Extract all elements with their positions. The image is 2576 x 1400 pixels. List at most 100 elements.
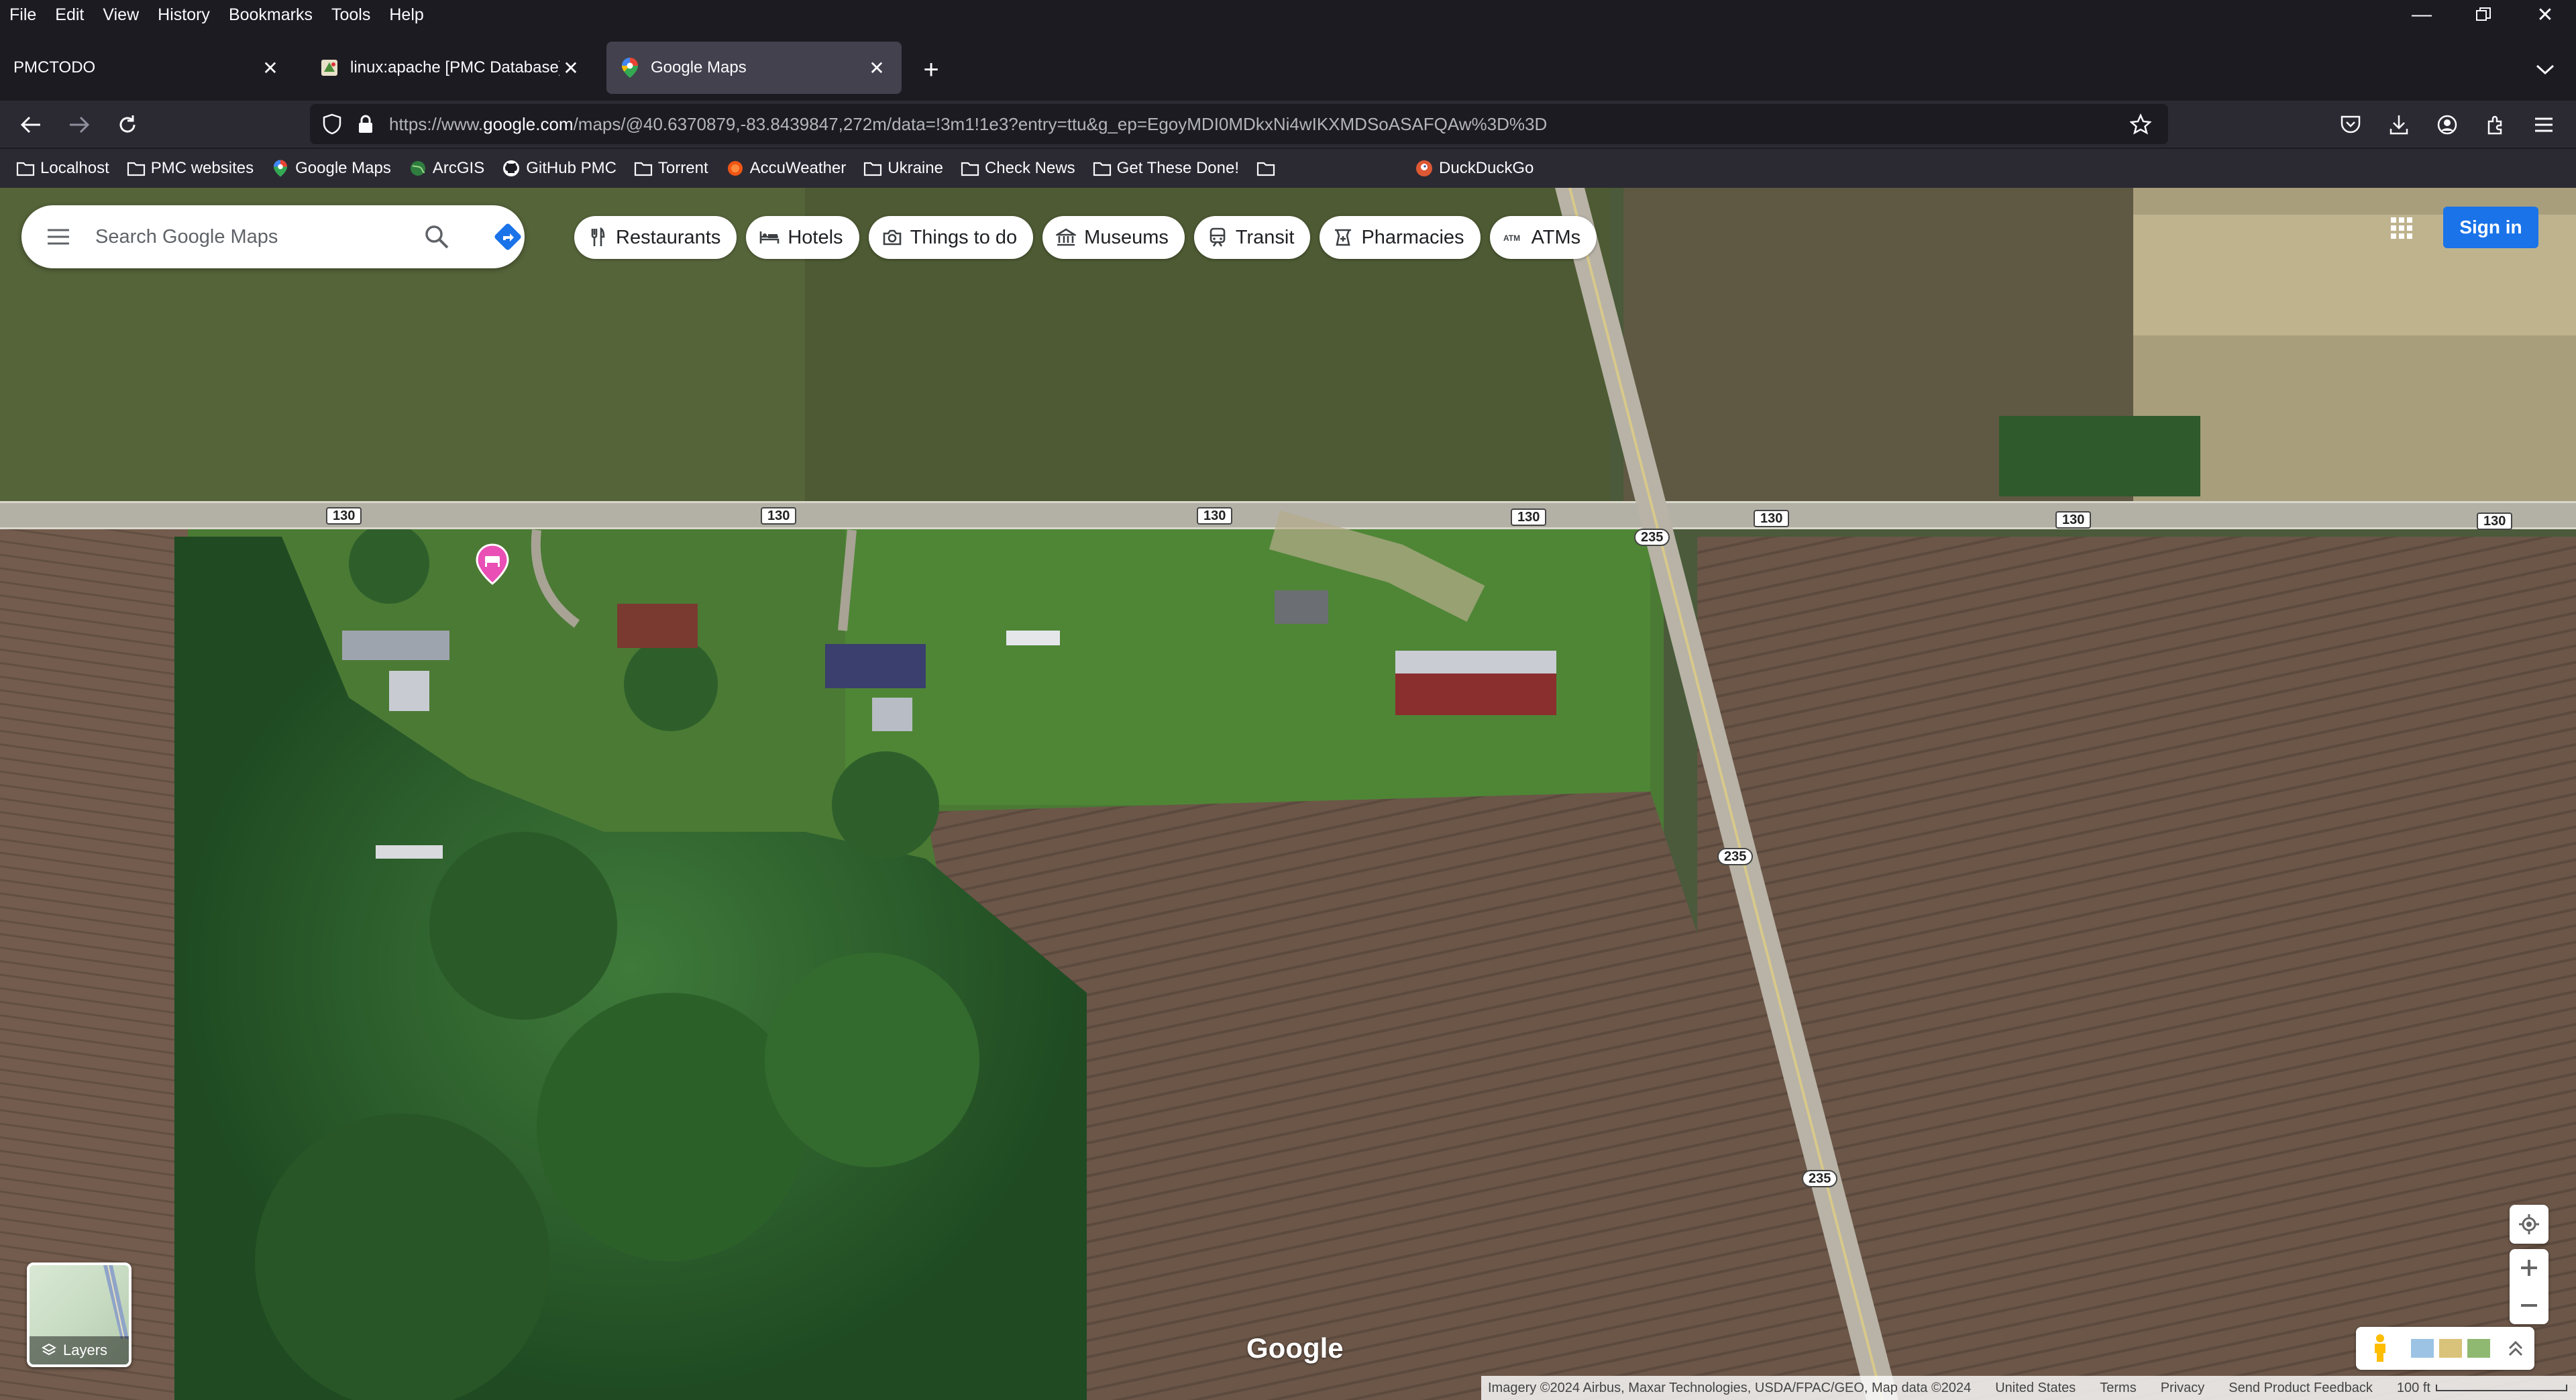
- atm-icon: ATM: [1503, 227, 1523, 248]
- bookmark-label: Ukraine: [888, 159, 943, 177]
- chip-transit[interactable]: Transit: [1193, 216, 1311, 259]
- bookmark-google-maps[interactable]: Google Maps: [264, 159, 398, 178]
- tab-close-icon[interactable]: ✕: [259, 56, 282, 79]
- chip-atms[interactable]: ATM ATMs: [1489, 216, 1597, 259]
- tab-pmctodo[interactable]: PMCTODO ✕: [0, 42, 295, 94]
- forward-arrow-icon[interactable]: [60, 106, 98, 144]
- privacy-link[interactable]: Privacy: [2161, 1381, 2205, 1396]
- country-link[interactable]: United States: [1995, 1381, 2076, 1396]
- chip-pharmacies[interactable]: Pharmacies: [1320, 216, 1481, 259]
- feedback-link[interactable]: Send Product Feedback: [2229, 1381, 2373, 1396]
- tracking-protection-shield-icon[interactable]: [315, 107, 349, 141]
- route-235-shield: 235: [1717, 848, 1754, 865]
- tab-close-icon[interactable]: ✕: [865, 56, 888, 79]
- pharmacy-icon: [1333, 227, 1353, 248]
- zoom-in-icon[interactable]: [2510, 1249, 2548, 1287]
- menu-bar: File Edit View History Bookmarks Tools H…: [0, 0, 2576, 30]
- hamburger-menu-icon[interactable]: [2525, 106, 2563, 144]
- chip-hotels[interactable]: Hotels: [746, 216, 859, 259]
- route-235-shield: 235: [1802, 1170, 1838, 1187]
- maps-search-input[interactable]: [95, 225, 377, 248]
- zoom-out-icon[interactable]: [2510, 1287, 2548, 1324]
- bookmark-check-news[interactable]: Check News: [954, 159, 1082, 178]
- menu-history[interactable]: History: [148, 0, 219, 30]
- navigation-toolbar: https://www.google.com/maps/@40.6370879,…: [0, 101, 2576, 148]
- imagery-thumbnail-3[interactable]: [2466, 1338, 2491, 1359]
- bookmark-torrent[interactable]: Torrent: [627, 159, 715, 178]
- back-arrow-icon[interactable]: [12, 106, 50, 144]
- imagery-thumbnail-2[interactable]: [2438, 1338, 2463, 1359]
- route-130-shield: 130: [1754, 510, 1790, 527]
- url-prefix: https://www.: [389, 113, 484, 134]
- my-location-icon[interactable]: [2510, 1205, 2548, 1244]
- bookmark-unnamed-folder[interactable]: [1250, 159, 1287, 178]
- zoom-controls: [2510, 1249, 2548, 1324]
- maps-menu-icon[interactable]: [21, 205, 95, 268]
- directions-icon[interactable]: [491, 220, 525, 254]
- url-suffix: /maps/@40.6370879,-83.8439847,272m/data=…: [573, 113, 1548, 134]
- url-text[interactable]: https://www.google.com/maps/@40.6370879,…: [389, 114, 1547, 135]
- terms-link[interactable]: Terms: [2100, 1381, 2136, 1396]
- pocket-icon[interactable]: [2332, 106, 2369, 144]
- train-icon: [1208, 227, 1228, 248]
- menu-bookmarks[interactable]: Bookmarks: [219, 0, 322, 30]
- layers-toggle[interactable]: Layers: [27, 1262, 131, 1367]
- tab-close-icon[interactable]: ✕: [559, 56, 582, 79]
- google-apps-grid-icon[interactable]: [2381, 208, 2422, 248]
- sign-in-button[interactable]: Sign in: [2443, 207, 2538, 248]
- bookmark-localhost[interactable]: Localhost: [9, 159, 116, 178]
- account-icon[interactable]: [2428, 106, 2466, 144]
- chip-things-to-do[interactable]: Things to do: [868, 216, 1034, 259]
- new-tab-plus-icon[interactable]: +: [915, 54, 947, 86]
- tab-linux-apache[interactable]: linux:apache [PMC Database] ✕: [306, 42, 596, 94]
- chip-label: Hotels: [788, 226, 843, 248]
- menu-help[interactable]: Help: [380, 0, 433, 30]
- restore-icon[interactable]: [2453, 0, 2514, 30]
- bed-icon: [759, 227, 780, 248]
- address-bar[interactable]: https://www.google.com/maps/@40.6370879,…: [310, 104, 2168, 144]
- bookmark-duckduckgo[interactable]: DuckDuckGo: [1408, 159, 1540, 178]
- bookmark-github-pmc[interactable]: GitHub PMC: [495, 159, 623, 178]
- chip-label: Restaurants: [616, 226, 721, 248]
- scale-indicator[interactable]: 100 ft: [2397, 1381, 2567, 1396]
- bookmark-pmc-websites[interactable]: PMC websites: [120, 159, 260, 178]
- minimize-icon[interactable]: —: [2391, 0, 2453, 30]
- tab-google-maps[interactable]: Google Maps ✕: [606, 42, 902, 94]
- menu-view[interactable]: View: [93, 0, 148, 30]
- bookmark-label: AccuWeather: [749, 159, 847, 177]
- lodging-poi-marker[interactable]: [475, 543, 510, 585]
- chip-restaurants[interactable]: Restaurants: [574, 216, 737, 259]
- globe-icon: [409, 159, 427, 178]
- search-icon[interactable]: [420, 220, 453, 254]
- satellite-imagery: [0, 188, 2576, 1400]
- list-all-tabs-chevron-icon[interactable]: [2529, 54, 2561, 86]
- menu-tools[interactable]: Tools: [322, 0, 380, 30]
- menu-file[interactable]: File: [0, 0, 46, 30]
- street-view-and-imagery-controls: [2356, 1327, 2534, 1370]
- chip-museums[interactable]: Museums: [1042, 216, 1185, 259]
- downloads-icon[interactable]: [2380, 106, 2418, 144]
- layers-stack-icon: [42, 1343, 56, 1358]
- extensions-icon[interactable]: [2477, 106, 2514, 144]
- folder-icon: [1256, 159, 1275, 178]
- lock-icon[interactable]: [349, 107, 382, 141]
- menu-edit[interactable]: Edit: [46, 0, 93, 30]
- bookmark-get-these-done[interactable]: Get These Done!: [1086, 159, 1246, 178]
- fork-knife-icon: [588, 227, 608, 248]
- imagery-thumbnail-1[interactable]: [2410, 1338, 2435, 1359]
- chip-label: ATMs: [1531, 226, 1581, 248]
- tab-title: linux:apache [PMC Database]: [350, 58, 559, 76]
- duckduckgo-icon: [1415, 159, 1434, 178]
- map-canvas[interactable]: 130 130 130 130 130 130 130 235 235 235 …: [0, 188, 2576, 1400]
- url-domain: google.com: [483, 113, 574, 134]
- bookmark-accuweather[interactable]: AccuWeather: [719, 159, 853, 178]
- bookmark-ukraine[interactable]: Ukraine: [857, 159, 950, 178]
- bookmark-arcgis[interactable]: ArcGIS: [402, 159, 491, 178]
- maps-favicon-icon: [620, 58, 640, 78]
- reload-icon[interactable]: [109, 106, 146, 144]
- pegman-icon[interactable]: [2363, 1331, 2398, 1366]
- bookmark-label: Google Maps: [295, 159, 391, 177]
- close-window-icon[interactable]: ✕: [2514, 0, 2576, 30]
- bookmark-star-icon[interactable]: [2125, 109, 2156, 140]
- expand-chevron-icon[interactable]: [2498, 1331, 2533, 1366]
